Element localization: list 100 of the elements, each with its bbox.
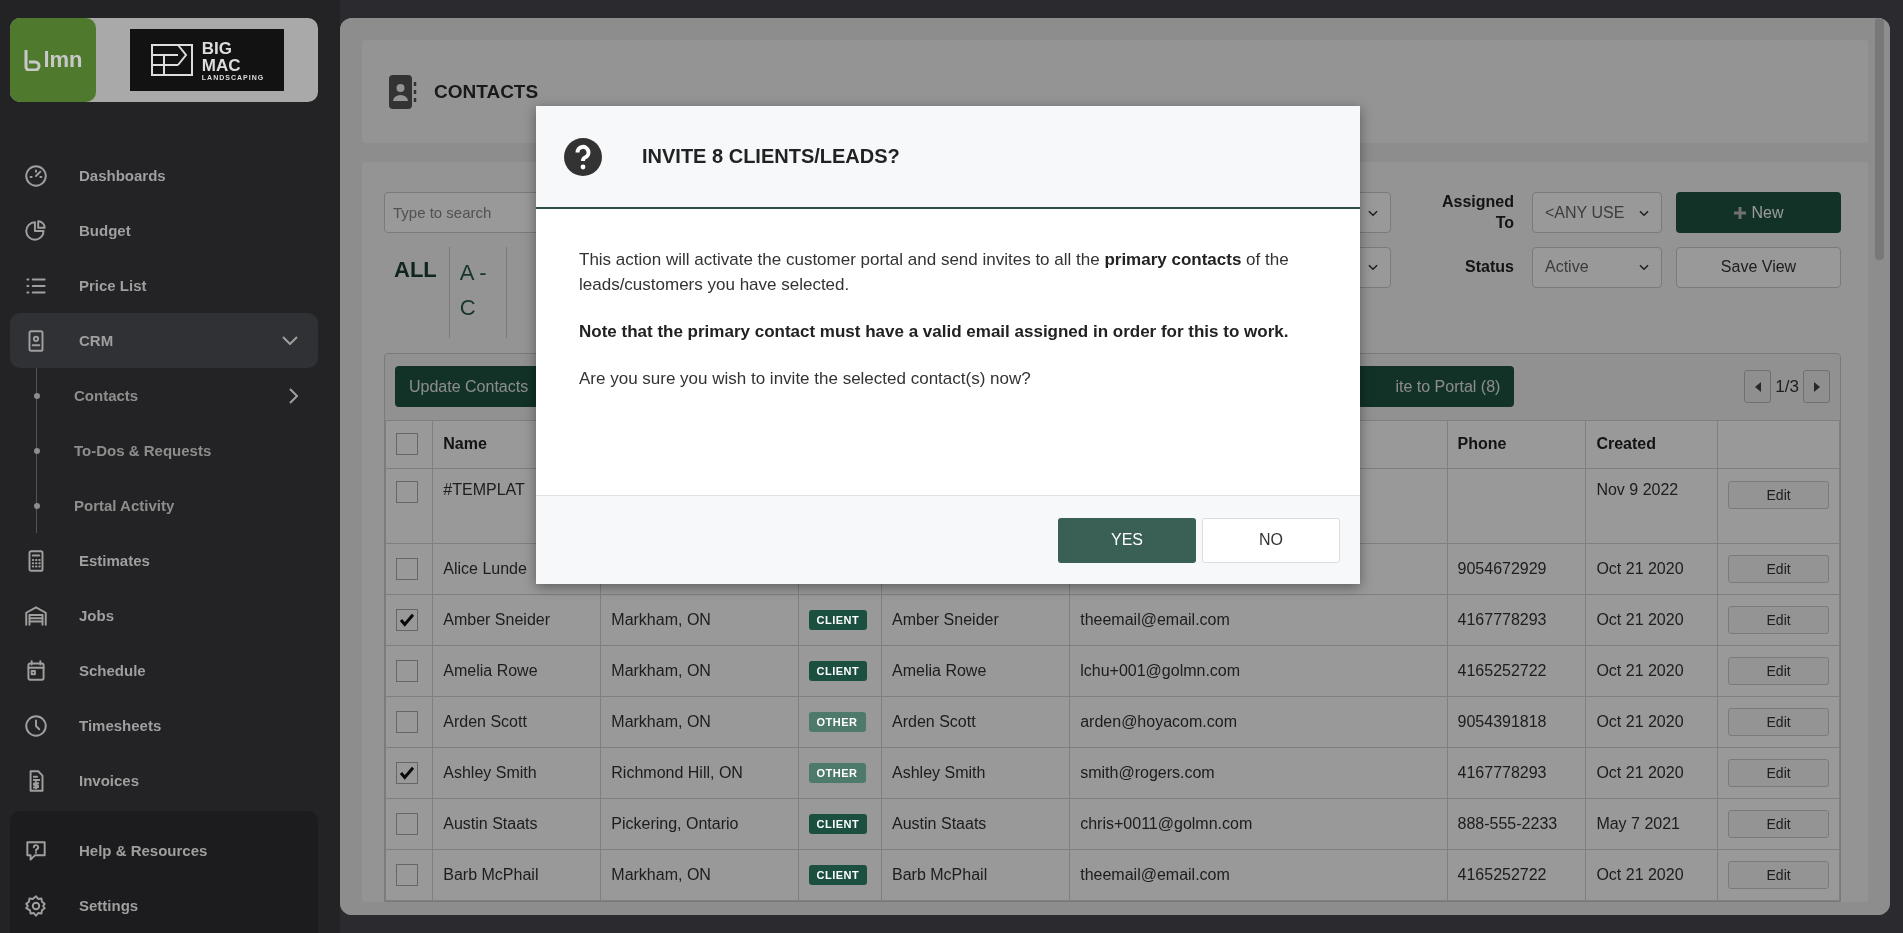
- column-header: Phone: [1457, 435, 1507, 453]
- sidebar-item[interactable]: Jobs: [10, 588, 318, 643]
- contact-cell: Ashley Smith: [892, 763, 986, 781]
- type-tag: CLIENT: [808, 864, 868, 885]
- sidebar-subitem[interactable]: Contacts: [10, 368, 318, 423]
- checkbox[interactable]: [396, 608, 418, 631]
- app-logo: lmn: [10, 18, 96, 102]
- dialog-text: Note that the primary contact must have a valid email assigned in order for this to work.: [579, 321, 1290, 343]
- assigned-to-label: Assigned To: [1441, 192, 1514, 233]
- scrollbar[interactable]: [1875, 18, 1884, 260]
- phone-cell: 9054672929: [1457, 559, 1547, 577]
- question-icon: [563, 136, 603, 177]
- type-tag: CLIENT: [808, 609, 868, 630]
- checkbox[interactable]: [396, 812, 418, 835]
- alphabet-tab[interactable]: ALL: [384, 246, 450, 338]
- save-view-button[interactable]: Save View: [1676, 246, 1841, 288]
- phone-cell: 4165252722: [1457, 865, 1547, 883]
- sidebar-item[interactable]: Help & Resources: [10, 823, 318, 878]
- chevron-right-icon: [289, 387, 298, 404]
- edit-button[interactable]: Edit: [1728, 656, 1829, 685]
- location-cell: Pickering, Ontario: [611, 814, 739, 832]
- checkbox[interactable]: [396, 710, 418, 733]
- contact-cell: Arden Scott: [892, 712, 976, 730]
- sidebar-item[interactable]: Estimates: [10, 533, 318, 588]
- sidebar-item[interactable]: Settings: [10, 878, 318, 933]
- contact-cell: Austin Staats: [892, 814, 987, 832]
- email-cell: chris+0011@golmn.com: [1080, 814, 1253, 832]
- name-cell: Alice Lunde: [443, 559, 527, 577]
- next-page-button[interactable]: [1803, 370, 1830, 404]
- name-cell: Arden Scott: [443, 712, 527, 730]
- sidebar-subitem[interactable]: Portal Activity: [10, 478, 318, 533]
- status-dropdown[interactable]: Active: [1532, 246, 1662, 288]
- name-cell: Amelia Rowe: [443, 661, 538, 679]
- contact-cell: Barb McPhail: [892, 865, 988, 883]
- location-cell: Markham, ON: [611, 661, 711, 679]
- email-cell: smith@rogers.com: [1080, 763, 1215, 781]
- dialog-text: This action will activate the customer portal and send invites to all the primary contacts of the leads/customers you have selected.: [579, 249, 1290, 296]
- phone-cell: 888-555-2233: [1457, 814, 1558, 832]
- contact-cell: Amber Sneider: [892, 610, 999, 628]
- sidebar-item[interactable]: Price List: [10, 258, 318, 313]
- created-cell: Oct 21 2020: [1596, 661, 1684, 679]
- checkbox[interactable]: [396, 863, 418, 886]
- phone-cell: 4167778293: [1457, 610, 1547, 628]
- name-cell: Ashley Smith: [443, 763, 537, 781]
- sidebar-item[interactable]: Dashboards: [10, 148, 318, 203]
- edit-button[interactable]: Edit: [1728, 809, 1829, 838]
- sidebar-item[interactable]: Budget: [10, 203, 318, 258]
- previous-page-button[interactable]: [1744, 370, 1772, 404]
- sidebar-item[interactable]: Timesheets: [10, 698, 318, 753]
- checkbox[interactable]: [396, 480, 418, 503]
- status-label: Status: [1464, 256, 1514, 277]
- created-cell: Oct 21 2020: [1596, 763, 1684, 781]
- triangle-right-icon: [1812, 381, 1821, 392]
- created-cell: Nov 9 2022: [1596, 480, 1679, 498]
- created-cell: Oct 21 2020: [1596, 865, 1684, 883]
- pie-icon: [23, 217, 49, 244]
- email-cell: theemail@email.com: [1080, 865, 1230, 883]
- location-cell: Markham, ON: [611, 865, 711, 883]
- column-header: Created: [1596, 435, 1656, 453]
- sidebar-item[interactable]: Schedule: [10, 643, 318, 698]
- location-cell: Markham, ON: [611, 712, 711, 730]
- assigned-to-dropdown[interactable]: <ANY USE: [1532, 192, 1662, 234]
- triangle-left-icon: [1753, 381, 1762, 392]
- checkbox[interactable]: [396, 761, 418, 784]
- created-cell: Oct 21 2020: [1596, 712, 1684, 730]
- alphabet-tab[interactable]: A - C: [449, 246, 507, 338]
- checkbox[interactable]: [396, 557, 418, 580]
- address-book-icon: [388, 73, 418, 110]
- name-cell: Amber Sneider: [443, 610, 550, 628]
- name-cell: Barb McPhail: [443, 865, 539, 883]
- column-header: Name: [443, 435, 487, 453]
- checkbox[interactable]: [396, 433, 418, 456]
- edit-button[interactable]: Edit: [1728, 707, 1829, 736]
- type-tag: CLIENT: [808, 660, 868, 681]
- sidebar-item[interactable]: CRM: [10, 313, 318, 368]
- gauge-icon: [23, 162, 49, 189]
- phone-cell: 9054391818: [1457, 712, 1547, 730]
- phone-cell: 4167778293: [1457, 763, 1547, 781]
- clock-icon: [23, 712, 49, 739]
- new-button[interactable]: New: [1676, 192, 1841, 234]
- edit-button[interactable]: Edit: [1728, 480, 1829, 509]
- edit-button[interactable]: Edit: [1728, 860, 1829, 889]
- name-cell: Austin Staats: [443, 814, 538, 832]
- plus-icon: [1733, 205, 1748, 220]
- sidebar-subitem[interactable]: To-Dos & Requests: [10, 423, 318, 478]
- page-indicator: 1/3: [1775, 376, 1799, 397]
- yes-button[interactable]: YES: [1058, 517, 1196, 563]
- edit-button[interactable]: Edit: [1728, 554, 1829, 583]
- checkbox[interactable]: [396, 659, 418, 682]
- email-cell: theemail@email.com: [1080, 610, 1230, 628]
- edit-button[interactable]: Edit: [1728, 605, 1829, 634]
- dialog-title: INVITE 8 CLIENTS/LEADS?: [642, 145, 900, 168]
- sidebar-item[interactable]: Invoices: [10, 753, 318, 808]
- location-cell: Richmond Hill, ON: [611, 763, 743, 781]
- type-tag: OTHER: [808, 762, 866, 783]
- no-button[interactable]: NO: [1202, 517, 1340, 563]
- type-tag: CLIENT: [808, 813, 868, 834]
- gear-icon: [23, 892, 49, 919]
- edit-button[interactable]: Edit: [1728, 758, 1829, 787]
- name-cell: #TEMPLAT: [443, 480, 525, 498]
